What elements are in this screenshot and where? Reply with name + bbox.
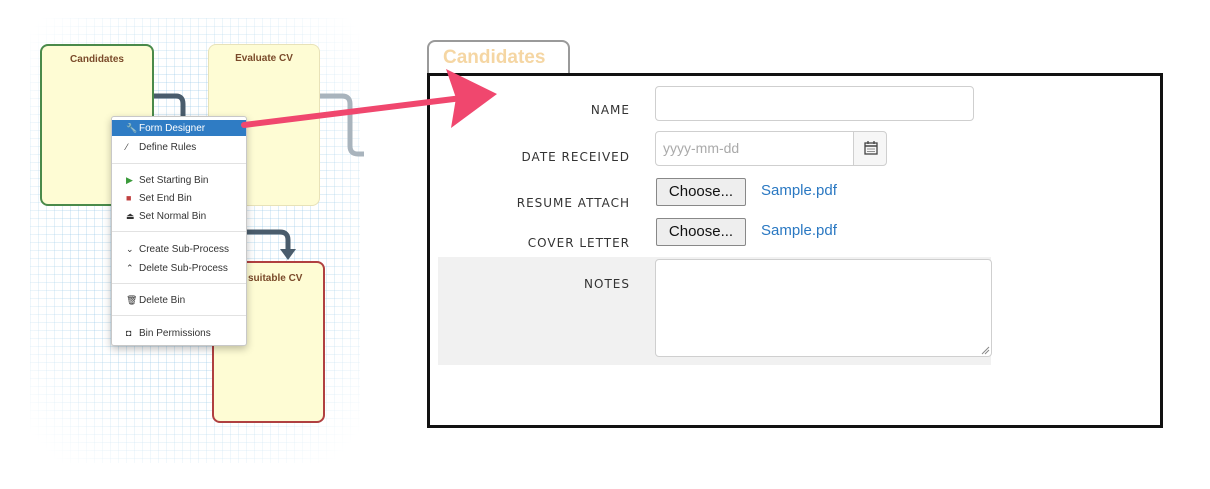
resize-grip-icon[interactable] bbox=[980, 345, 990, 355]
menu-divider bbox=[112, 163, 246, 164]
shield-icon: ◘ bbox=[126, 328, 132, 338]
menu-divider bbox=[112, 283, 246, 284]
form-tab-title: Candidates bbox=[443, 47, 546, 68]
cover-letter-choose-button[interactable]: Choose... bbox=[656, 218, 746, 246]
calendar-button[interactable] bbox=[853, 131, 887, 166]
cover-letter-file-link[interactable]: Sample.pdf bbox=[761, 222, 837, 239]
eject-icon: ⏏ bbox=[126, 211, 135, 221]
trash-icon: 🗑 bbox=[126, 295, 138, 305]
resume-file-link[interactable]: Sample.pdf bbox=[761, 182, 837, 199]
calendar-icon bbox=[864, 141, 878, 155]
menu-item-form-designer[interactable]: 🔧 Form Designer bbox=[112, 120, 246, 136]
notes-label: NOTES bbox=[584, 277, 630, 291]
menu-item-delete-sub-process[interactable]: ⌃ Delete Sub-Process bbox=[112, 260, 246, 276]
menu-divider bbox=[112, 315, 246, 316]
menu-item-delete-bin[interactable]: 🗑 Delete Bin bbox=[112, 292, 246, 308]
date-received-input[interactable]: yyyy-mm-dd bbox=[655, 131, 854, 166]
menu-item-define-rules[interactable]: ⁄ Define Rules bbox=[112, 139, 246, 155]
resume-choose-button[interactable]: Choose... bbox=[656, 178, 746, 206]
resume-attach-label: RESUME ATTACH bbox=[516, 196, 630, 210]
menu-divider bbox=[112, 231, 246, 232]
wand-icon: ⁄ bbox=[126, 142, 128, 152]
notes-textarea[interactable] bbox=[655, 259, 992, 357]
form-window bbox=[427, 73, 1163, 428]
wrench-icon: 🔧 bbox=[126, 123, 138, 133]
chevron-up-icon: ⌃ bbox=[126, 263, 134, 273]
play-icon: ▶ bbox=[126, 175, 133, 185]
bin-title: Evaluate CV bbox=[235, 53, 293, 64]
cover-letter-label: COVER LETTER bbox=[527, 236, 630, 250]
menu-item-set-normal-bin[interactable]: ⏏ Set Normal Bin bbox=[112, 208, 246, 224]
menu-item-set-starting-bin[interactable]: ▶ Set Starting Bin bbox=[112, 172, 246, 188]
stop-icon: ■ bbox=[126, 193, 132, 203]
form-tab[interactable]: Candidates bbox=[427, 40, 570, 76]
bin-context-menu: 🔧 Form Designer ⁄ Define Rules ▶ Set Starti… bbox=[111, 116, 247, 346]
menu-item-bin-permissions[interactable]: ◘ Bin Permissions bbox=[112, 325, 246, 341]
chevron-down-icon: ⌄ bbox=[126, 244, 134, 254]
bin-title: Candidates bbox=[70, 54, 124, 65]
menu-item-set-end-bin[interactable]: ■ Set End Bin bbox=[112, 190, 246, 206]
name-input[interactable] bbox=[655, 86, 974, 121]
bin-title: suitable CV bbox=[248, 273, 303, 284]
date-received-label: DATE RECEIVED bbox=[521, 150, 630, 164]
name-label: NAME bbox=[590, 103, 630, 117]
menu-item-create-sub-process[interactable]: ⌄ Create Sub-Process bbox=[112, 241, 246, 257]
